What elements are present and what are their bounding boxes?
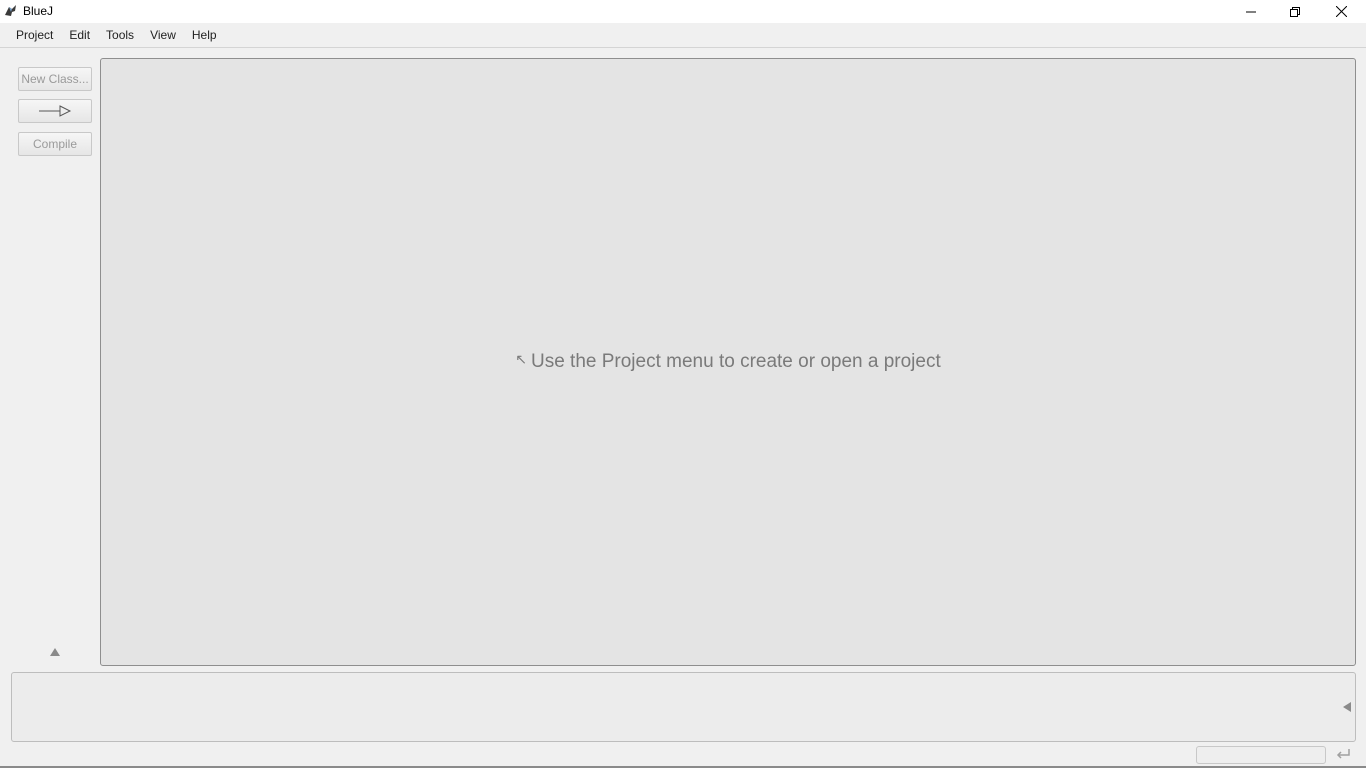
collapse-up-icon[interactable] [49, 647, 61, 657]
title-bar: BlueJ [0, 0, 1366, 23]
object-bench[interactable] [11, 672, 1356, 742]
menu-edit[interactable]: Edit [61, 23, 98, 47]
class-diagram-canvas[interactable]: ↖ Use the Project menu to create or open … [100, 58, 1356, 666]
return-icon[interactable] [1334, 747, 1352, 761]
inheritance-arrow-button[interactable] [18, 99, 92, 123]
menu-help[interactable]: Help [184, 23, 225, 47]
collapse-left-icon[interactable] [1341, 700, 1353, 714]
minimize-icon [1246, 11, 1256, 12]
hint-arrow-icon: ↖ [515, 351, 527, 367]
status-progress-field [1196, 746, 1326, 764]
menu-view[interactable]: View [142, 23, 184, 47]
minimize-button[interactable] [1228, 0, 1274, 23]
window-title: BlueJ [23, 4, 54, 18]
new-class-button[interactable]: New Class... [18, 67, 92, 91]
bluej-window: BlueJ Project Edit Tools View Help New C… [0, 0, 1366, 768]
bluej-logo-icon [5, 5, 16, 16]
menu-project[interactable]: Project [8, 23, 61, 47]
close-icon [1335, 6, 1347, 17]
close-button[interactable] [1318, 0, 1364, 23]
restore-button[interactable] [1272, 0, 1318, 23]
inheritance-arrow-icon [39, 105, 72, 117]
menu-bar: Project Edit Tools View Help [0, 23, 1366, 48]
menu-tools[interactable]: Tools [98, 23, 142, 47]
restore-icon [1290, 6, 1300, 17]
hint-text: Use the Project menu to create or open a… [530, 351, 941, 372]
empty-project-hint: ↖ Use the Project menu to create or open … [101, 351, 1355, 373]
compile-button[interactable]: Compile [18, 132, 92, 156]
